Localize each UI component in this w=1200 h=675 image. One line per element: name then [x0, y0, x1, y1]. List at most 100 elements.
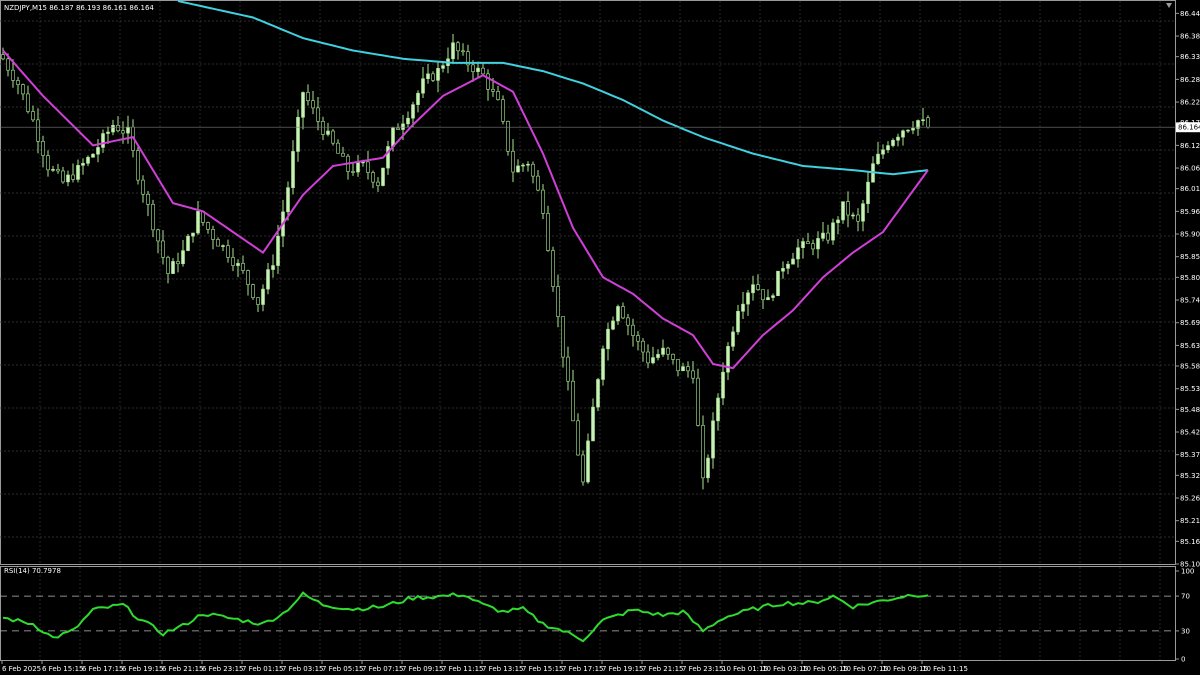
candle-body — [791, 258, 795, 265]
candle-body — [376, 181, 380, 186]
candle-body — [381, 167, 385, 186]
candle-body — [266, 269, 270, 290]
candle-body — [451, 42, 455, 60]
candle-body — [886, 145, 890, 151]
candle-body — [571, 380, 575, 422]
candle-body — [656, 354, 660, 358]
candle-body — [771, 295, 775, 298]
candle-body — [496, 91, 500, 100]
candle-body — [6, 58, 10, 71]
price-tick-label: 85.745 — [1180, 297, 1200, 305]
candle-body — [441, 65, 445, 69]
price-tick-label: 85.635 — [1180, 342, 1200, 350]
candle-body — [326, 130, 330, 135]
price-tick-label: 85.960 — [1180, 208, 1200, 216]
time-tick-label: 6 Feb 2025 — [2, 665, 41, 673]
candle-body — [631, 324, 635, 336]
candle-body — [776, 270, 780, 296]
candle-body — [606, 328, 610, 350]
candle-body — [76, 165, 80, 180]
price-tick-label: 86.175 — [1180, 119, 1200, 127]
candle-body — [851, 214, 855, 217]
candle-body — [316, 107, 320, 122]
candle-body — [491, 89, 495, 92]
candle-body — [471, 64, 475, 72]
candle-body — [761, 289, 765, 301]
candle-body — [621, 306, 625, 319]
candle-body — [336, 142, 340, 154]
candle-body — [566, 356, 570, 382]
candle-body — [26, 93, 30, 112]
candle-body — [556, 286, 560, 317]
candle-body — [161, 240, 165, 258]
candle-body — [586, 440, 590, 483]
candle-body — [81, 163, 85, 166]
candle-body — [96, 147, 100, 155]
candle-body — [241, 263, 245, 271]
candle-body — [416, 92, 420, 105]
candle-body — [461, 50, 465, 53]
candle-body — [166, 256, 170, 274]
price-tick-label: 85.585 — [1180, 363, 1200, 371]
candle-body — [146, 193, 150, 205]
ma-fast-line — [2, 49, 929, 370]
candle-body — [206, 222, 210, 230]
candle-body — [786, 263, 790, 269]
candle-body — [806, 241, 810, 244]
candle-body — [881, 149, 885, 155]
chart-shift-marker-icon[interactable] — [1166, 3, 1172, 8]
candle-body — [476, 67, 480, 72]
candle-body — [411, 104, 415, 119]
time-axis: 6 Feb 2025 6 Feb 15:156 Feb 17:156 Feb 19… — [1, 660, 968, 673]
time-tick-label: 6 Feb 21:15 — [162, 665, 203, 673]
candle-body — [716, 397, 720, 422]
candle-body — [676, 359, 680, 372]
candle-body — [156, 229, 160, 242]
candle-body — [576, 420, 580, 456]
price-tick-label: 85.850 — [1180, 253, 1200, 261]
candle-body — [781, 268, 785, 272]
candle-body — [11, 69, 15, 81]
price-tick-label: 85.800 — [1180, 274, 1200, 282]
candle-body — [396, 127, 400, 130]
candle-body — [46, 155, 50, 171]
candles-group — [1, 34, 930, 490]
candle-body — [106, 131, 110, 134]
candle-body — [706, 457, 710, 479]
candle-body — [901, 130, 905, 138]
candle-body — [546, 213, 550, 251]
candle-body — [191, 232, 195, 237]
candle-body — [731, 331, 735, 347]
rsi-header: RSI(14) 70.7978 — [4, 567, 61, 575]
candle-body — [741, 303, 745, 312]
price-tick-label: 85.425 — [1180, 429, 1200, 437]
chart-canvas[interactable]: 86.164 86.44086.38586.33586.28086.22586.… — [0, 0, 1200, 675]
candle-body — [836, 219, 840, 224]
price-tick-label: 85.905 — [1180, 231, 1200, 239]
candle-body — [356, 162, 360, 173]
candle-body — [601, 348, 605, 380]
candle-body — [841, 201, 845, 221]
rsi-panel-border — [0, 566, 1176, 661]
candle-body — [846, 201, 850, 216]
candle-body — [186, 235, 190, 251]
rsi-tick-label: 0 — [1181, 656, 1185, 664]
rsi-tick-label: 70 — [1181, 593, 1190, 601]
candle-body — [366, 161, 370, 173]
candle-body — [226, 245, 230, 258]
candle-body — [541, 189, 545, 214]
time-tick-label: 7 Feb 13:15 — [482, 665, 523, 673]
time-tick-label: 7 Feb 17:15 — [562, 665, 603, 673]
candle-body — [211, 229, 215, 240]
price-tick-label: 86.440 — [1180, 10, 1200, 18]
candle-body — [136, 150, 140, 181]
time-tick-label: 7 Feb 23:15 — [682, 665, 723, 673]
time-tick-label: 7 Feb 21:15 — [642, 665, 683, 673]
candle-body — [181, 250, 185, 265]
rsi-tick-label: 30 — [1181, 627, 1190, 635]
candle-body — [921, 119, 925, 122]
candle-body — [236, 263, 240, 266]
candle-body — [861, 203, 865, 222]
candle-body — [221, 245, 225, 247]
candle-body — [756, 284, 760, 290]
